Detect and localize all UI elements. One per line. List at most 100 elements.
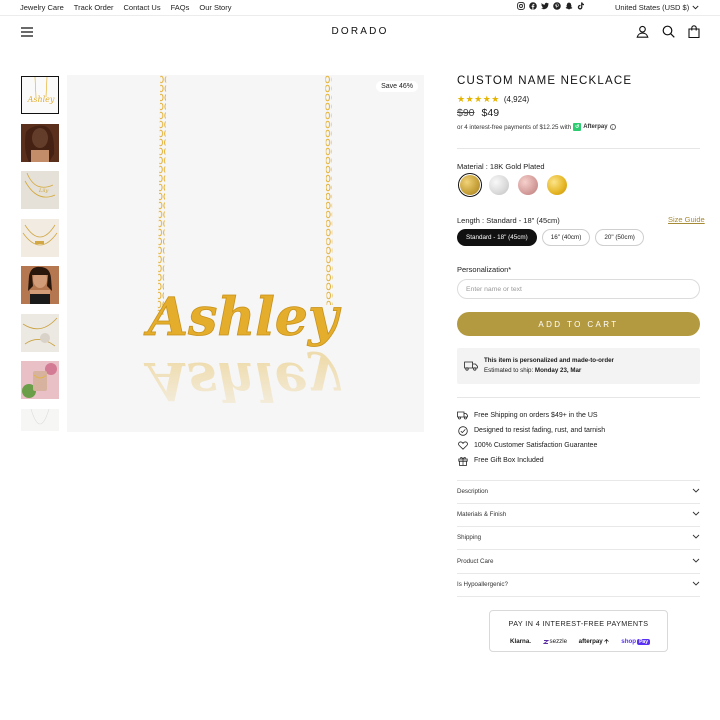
length-option-20[interactable]: 20" (50cm) — [595, 229, 644, 246]
product-title: CUSTOM NAME NECKLACE — [457, 75, 633, 87]
accordion-hypoallergenic[interactable]: Is Hypoallergenic? — [457, 573, 700, 596]
menu-icon[interactable] — [20, 25, 34, 37]
length-option-standard[interactable]: Standard - 18" (45cm) — [457, 229, 537, 246]
divider — [457, 596, 700, 597]
sale-price: $49 — [481, 107, 500, 119]
tiktok-icon[interactable] — [577, 2, 585, 10]
utility-bar: Jewelry Care Track Order Contact Us FAQs… — [0, 0, 720, 15]
afterpay-arrows-icon — [603, 639, 609, 644]
notice-ship-date: Estimated to ship: Monday 23, Mar — [484, 367, 581, 374]
length-option-16[interactable]: 16" (40cm) — [541, 229, 591, 246]
social-links — [517, 2, 585, 10]
shop-label: shop — [621, 638, 637, 645]
accordion-label: Materials & Finish — [457, 511, 507, 518]
afterpay-message: or 4 interest-free payments of $12.25 wi… — [457, 123, 616, 131]
thumbnail-2[interactable] — [21, 124, 59, 162]
main-image-name-text: Ashley — [143, 287, 342, 348]
feature-text: Free Shipping on orders $49+ in the US — [474, 412, 598, 419]
chevron-down-icon — [692, 558, 700, 565]
swatch-gold[interactable] — [547, 175, 567, 195]
delivery-truck-icon — [464, 358, 478, 376]
shop-pay-logo: shop Pay — [621, 638, 650, 645]
sezzle-logo: sezzle — [542, 638, 568, 645]
payment-options-box: PAY IN 4 INTEREST-FREE PAYMENTS Klarna. … — [489, 610, 668, 652]
thumbnail-list: Ashley Lily — [21, 76, 59, 431]
heart-icon — [457, 440, 468, 451]
accordion-description[interactable]: Description — [457, 480, 700, 503]
afterpay-brand: Afterpay — [583, 124, 608, 130]
thumbnail-7[interactable] — [21, 361, 59, 399]
swatch-18k-gold-plated[interactable] — [457, 172, 483, 198]
thumbnail-1[interactable]: Ashley — [21, 76, 59, 114]
svg-text:Ashley: Ashley — [27, 95, 55, 104]
instagram-icon[interactable] — [517, 2, 525, 10]
made-to-order-notice: This item is personalized and made-to-or… — [457, 348, 700, 384]
region-label: United States (USD $) — [615, 3, 690, 12]
ship-date-prefix: Estimated to ship: — [484, 367, 534, 374]
pay-label: Pay — [637, 638, 650, 645]
link-contact-us[interactable]: Contact Us — [124, 3, 161, 12]
accordion-shipping[interactable]: Shipping — [457, 526, 700, 549]
check-circle-icon — [457, 425, 468, 436]
klarna-logo: Klarna. — [510, 638, 531, 645]
thumbnail-3[interactable]: Lily — [21, 171, 59, 209]
thumbnail-5[interactable] — [21, 266, 59, 304]
feature-text: Free Gift Box Included — [474, 457, 544, 464]
feature-text: 100% Customer Satisfaction Guarantee — [474, 442, 598, 449]
account-icon[interactable] — [635, 24, 649, 38]
notice-title: This item is personalized and made-to-or… — [484, 357, 614, 364]
feature-item: Free Gift Box Included — [457, 455, 544, 466]
material-label: Material : 18K Gold Plated — [457, 162, 545, 171]
add-to-cart-button[interactable]: ADD TO CART — [457, 312, 700, 336]
swatch-silver[interactable] — [489, 175, 509, 195]
truck-icon — [457, 410, 468, 421]
thumbnail-8[interactable] — [21, 409, 59, 431]
accordion-label: Shipping — [457, 534, 482, 541]
cart-icon[interactable] — [687, 24, 701, 38]
sezzle-icon — [542, 639, 549, 644]
snapchat-icon[interactable] — [565, 2, 573, 10]
payment-title: PAY IN 4 INTEREST-FREE PAYMENTS — [508, 619, 649, 628]
link-jewelry-care[interactable]: Jewelry Care — [20, 3, 64, 12]
thumbnail-6[interactable] — [21, 314, 59, 352]
facebook-icon[interactable] — [529, 2, 537, 10]
swatch-rose-gold[interactable] — [518, 175, 538, 195]
feature-item: Free Shipping on orders $49+ in the US — [457, 410, 598, 421]
sezzle-label: sezzle — [549, 638, 568, 645]
size-guide-link[interactable]: Size Guide — [668, 215, 705, 224]
afterpay-logo: afterpay — [579, 638, 610, 645]
pinterest-icon[interactable] — [553, 2, 561, 10]
link-faqs[interactable]: FAQs — [171, 3, 190, 12]
accordion-product-care[interactable]: Product Care — [457, 550, 700, 573]
rating[interactable]: ★★★★★ (4,924) — [457, 94, 529, 105]
afterpay-text: or 4 interest-free payments of $12.25 wi… — [457, 123, 572, 131]
twitter-icon[interactable] — [541, 2, 549, 10]
rating-count: (4,924) — [503, 95, 530, 104]
search-icon[interactable] — [661, 24, 675, 38]
original-price: $90 — [457, 107, 475, 119]
info-icon[interactable]: i — [609, 124, 616, 130]
ship-date-value: Monday 23, Mar — [534, 367, 582, 374]
length-label: Length : Standard - 18" (45cm) — [457, 216, 560, 225]
material-swatches — [457, 172, 567, 198]
utility-divider — [0, 15, 720, 16]
accordion-label: Product Care — [457, 558, 494, 565]
price-block: $90 $49 — [457, 107, 499, 119]
personalization-input[interactable] — [457, 279, 700, 299]
link-our-story[interactable]: Our Story — [199, 3, 231, 12]
chevron-down-icon — [692, 488, 700, 495]
svg-text:Lily: Lily — [38, 188, 49, 194]
save-badge: Save 46% — [376, 81, 418, 92]
afterpay-logo-icon: ↺ — [573, 123, 582, 131]
personalization-label: Personalization* — [457, 265, 512, 274]
star-rating-icon: ★★★★★ — [457, 94, 500, 104]
region-selector[interactable]: United States (USD $) — [615, 3, 699, 12]
accordion-label: Description — [457, 488, 488, 495]
feature-text: Designed to resist fading, rust, and tar… — [474, 427, 606, 434]
feature-item: 100% Customer Satisfaction Guarantee — [457, 440, 597, 451]
thumbnail-4[interactable] — [21, 219, 59, 257]
link-track-order[interactable]: Track Order — [74, 3, 114, 12]
accordion-materials-finish[interactable]: Materials & Finish — [457, 503, 700, 526]
logo[interactable]: DORADO — [300, 26, 420, 37]
main-product-image[interactable]: Ashley Ashley Save 46% — [67, 75, 424, 432]
